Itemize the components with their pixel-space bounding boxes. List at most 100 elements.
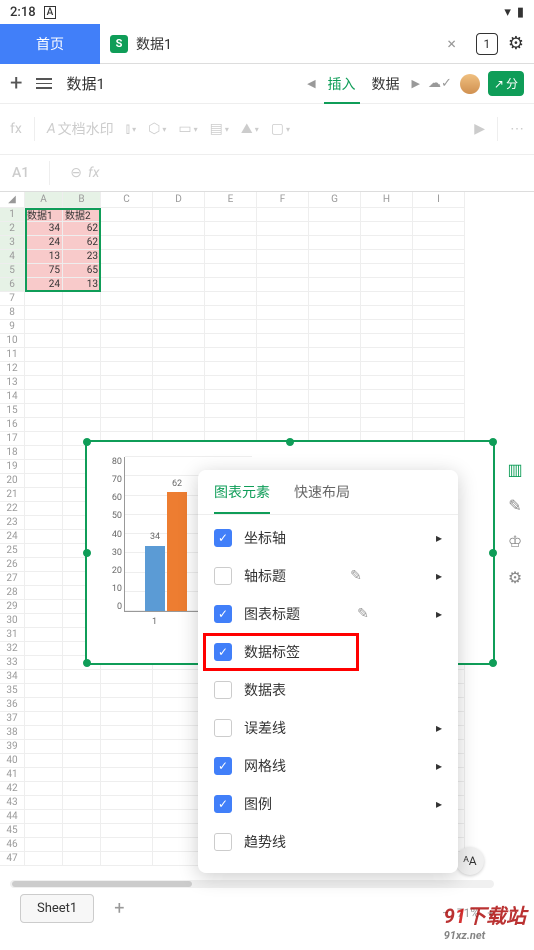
cell[interactable] (361, 362, 413, 376)
cell[interactable] (25, 362, 63, 376)
cell[interactable] (361, 418, 413, 432)
cell[interactable] (309, 236, 361, 250)
cell[interactable] (25, 348, 63, 362)
cell[interactable] (361, 390, 413, 404)
col-header[interactable]: E (205, 192, 257, 208)
cell[interactable] (413, 278, 465, 292)
cell[interactable]: 75 (25, 264, 63, 278)
row-header[interactable]: 12 (0, 362, 25, 376)
tab-document[interactable]: S 数据1 × (100, 24, 466, 64)
cell[interactable] (25, 320, 63, 334)
text-tool[interactable]: ▭▾ (178, 121, 197, 137)
cell[interactable] (309, 362, 361, 376)
cell[interactable] (63, 754, 101, 768)
cell[interactable] (101, 306, 153, 320)
cell[interactable] (413, 418, 465, 432)
cell[interactable] (153, 320, 205, 334)
cell[interactable] (205, 236, 257, 250)
row-header[interactable]: 23 (0, 516, 25, 530)
cell[interactable] (153, 264, 205, 278)
link-tool[interactable]: ▢▾ (271, 121, 290, 137)
cell[interactable] (309, 250, 361, 264)
cell[interactable] (361, 208, 413, 222)
more-icon[interactable]: ⋯ (510, 121, 524, 137)
checkbox[interactable]: ✓ (214, 605, 232, 623)
cell[interactable]: 62 (63, 236, 101, 250)
row-header[interactable]: 34 (0, 670, 25, 684)
cell[interactable] (361, 404, 413, 418)
cell[interactable] (25, 614, 63, 628)
cell[interactable] (25, 334, 63, 348)
ai-icon[interactable]: ♔ (504, 530, 526, 552)
row-header[interactable]: 22 (0, 502, 25, 516)
cell[interactable] (413, 306, 465, 320)
chart-element-option[interactable]: ✓坐标轴▸ (198, 519, 458, 557)
tab-home[interactable]: 首页 (0, 24, 100, 64)
row-header[interactable]: 17 (0, 432, 25, 446)
cell[interactable]: 数据1 (25, 208, 63, 222)
cell[interactable] (25, 712, 63, 726)
cell[interactable] (257, 222, 309, 236)
row-header[interactable]: 21 (0, 488, 25, 502)
checkbox[interactable] (214, 567, 232, 585)
cell[interactable] (361, 320, 413, 334)
cell[interactable] (25, 684, 63, 698)
cell[interactable] (101, 362, 153, 376)
chevron-right-icon[interactable]: ▸ (436, 797, 442, 811)
row-header[interactable]: 13 (0, 376, 25, 390)
cell[interactable] (205, 292, 257, 306)
cell[interactable] (101, 376, 153, 390)
cell[interactable]: 13 (63, 278, 101, 292)
cell[interactable] (309, 334, 361, 348)
cell[interactable] (257, 334, 309, 348)
cell[interactable] (25, 586, 63, 600)
cell[interactable] (101, 852, 153, 866)
cell[interactable] (309, 376, 361, 390)
cell[interactable] (63, 670, 101, 684)
cell[interactable] (153, 334, 205, 348)
pencil-icon[interactable]: ✎ (357, 606, 369, 622)
cell[interactable] (413, 390, 465, 404)
cell[interactable]: 62 (63, 222, 101, 236)
cell[interactable] (101, 782, 153, 796)
cell[interactable] (101, 208, 153, 222)
chart-element-option[interactable]: ✓网格线▸ (198, 747, 458, 785)
sheet-tab[interactable]: Sheet1 (20, 894, 94, 923)
cell[interactable] (413, 404, 465, 418)
chart-element-option[interactable]: 轴标题✎▸ (198, 557, 458, 595)
col-header[interactable]: B (63, 192, 101, 208)
checkbox[interactable]: ✓ (214, 795, 232, 813)
cell[interactable] (257, 348, 309, 362)
row-header[interactable]: 32 (0, 642, 25, 656)
cell[interactable] (63, 348, 101, 362)
cell[interactable] (413, 362, 465, 376)
cell[interactable] (101, 320, 153, 334)
cell[interactable] (413, 348, 465, 362)
row-header[interactable]: 18 (0, 446, 25, 460)
cell[interactable] (25, 740, 63, 754)
cell[interactable] (25, 418, 63, 432)
cell[interactable] (257, 264, 309, 278)
cell[interactable] (309, 222, 361, 236)
cell[interactable] (63, 334, 101, 348)
row-header[interactable]: 2 (0, 222, 25, 236)
cell[interactable] (101, 670, 153, 684)
cell[interactable] (361, 376, 413, 390)
cell[interactable] (257, 306, 309, 320)
cell[interactable] (361, 292, 413, 306)
cell[interactable] (101, 684, 153, 698)
avatar[interactable] (460, 74, 480, 94)
cell[interactable] (101, 698, 153, 712)
chart-element-option[interactable]: ✓数据标签 (198, 633, 458, 671)
row-header[interactable]: 42 (0, 782, 25, 796)
cell[interactable] (257, 250, 309, 264)
row-header[interactable]: 28 (0, 586, 25, 600)
cell[interactable] (205, 278, 257, 292)
row-header[interactable]: 46 (0, 838, 25, 852)
cell[interactable] (205, 376, 257, 390)
cell[interactable] (25, 656, 63, 670)
cell[interactable] (25, 796, 63, 810)
cell[interactable]: 23 (63, 250, 101, 264)
col-header[interactable]: A (25, 192, 63, 208)
cell[interactable] (309, 390, 361, 404)
